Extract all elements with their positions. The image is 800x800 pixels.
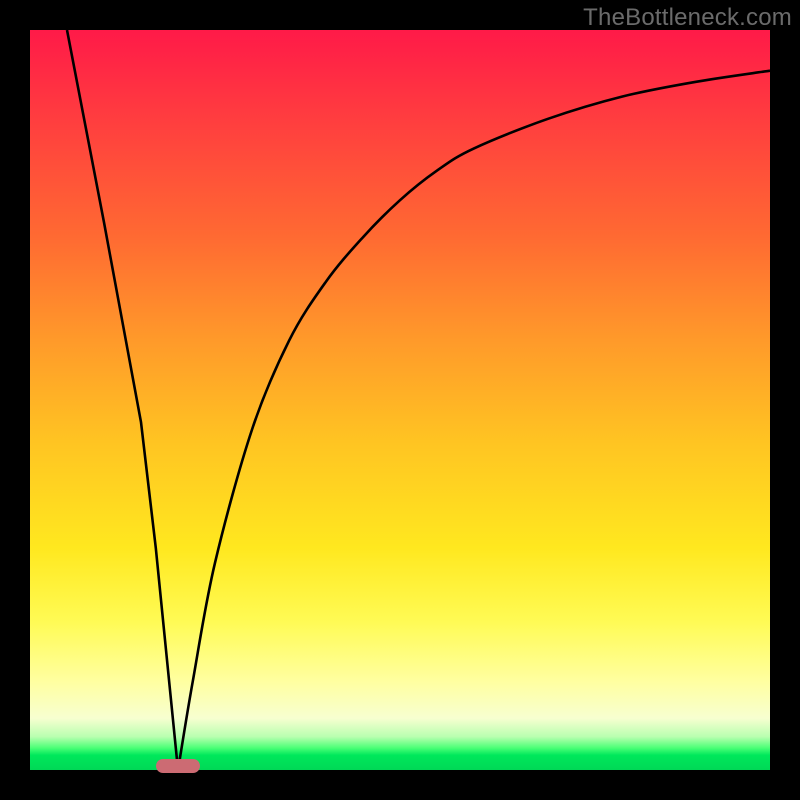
plot-area (30, 30, 770, 770)
curve-layer (30, 30, 770, 770)
chart-frame: TheBottleneck.com (0, 0, 800, 800)
curve-right-branch (178, 71, 770, 770)
curve-left-branch (67, 30, 178, 770)
minimum-marker (156, 759, 200, 773)
watermark-text: TheBottleneck.com (583, 4, 792, 32)
